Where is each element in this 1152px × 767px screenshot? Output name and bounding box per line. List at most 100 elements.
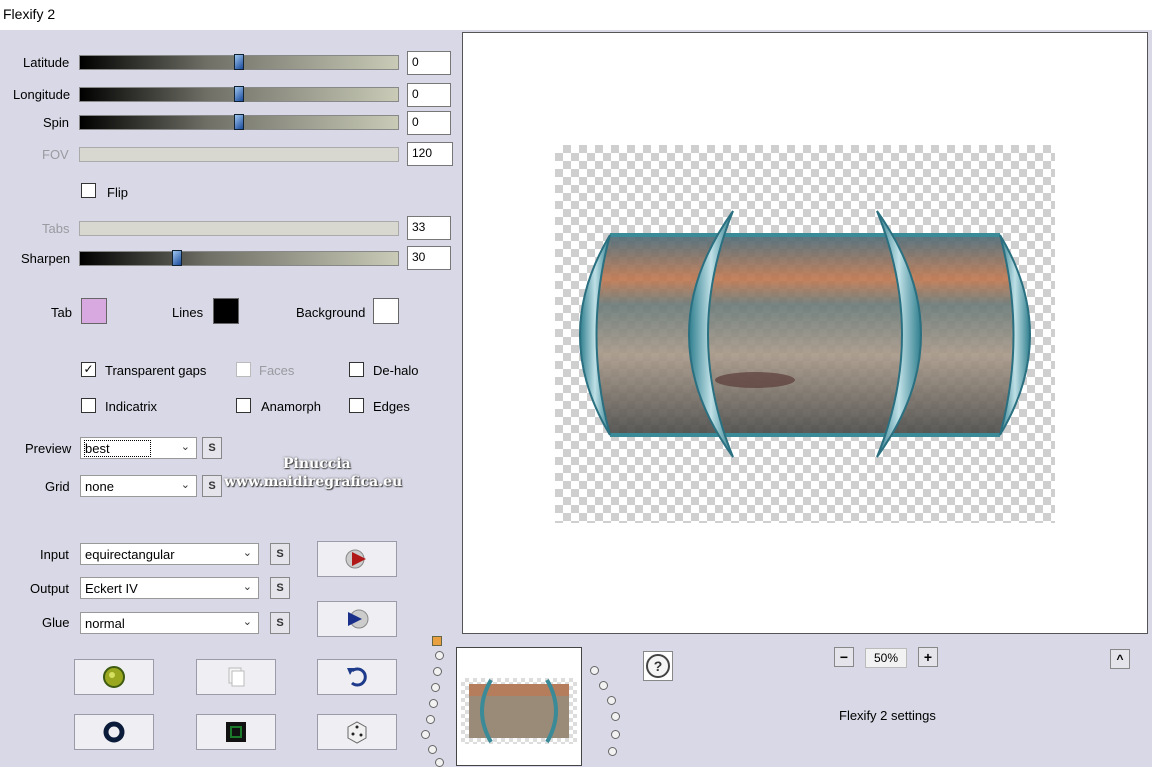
title-bar: Flexify 2 — [0, 0, 1152, 30]
latitude-field[interactable]: 0 — [407, 51, 451, 75]
dot-left-1[interactable] — [435, 651, 444, 660]
faces-label: Faces — [259, 363, 295, 378]
copy-icon — [228, 667, 245, 687]
dice-icon — [347, 721, 367, 744]
glue-seed-button[interactable]: S — [270, 612, 290, 634]
latitude-thumb[interactable] — [234, 54, 244, 70]
chevron-down-icon: ⌄ — [242, 581, 252, 593]
input-select[interactable]: equirectangular ⌄ — [80, 543, 259, 565]
glue-select-value: normal — [85, 616, 125, 631]
sharpen-slider[interactable] — [79, 250, 399, 266]
play-right-icon — [345, 549, 366, 569]
sharpen-label: Sharpen — [21, 251, 71, 266]
copy-button[interactable] — [196, 659, 276, 695]
watermark-line2: www.maidiregrafica.eu — [224, 474, 403, 490]
indicatrix-checkbox[interactable] — [81, 398, 96, 413]
chevron-down-icon: ⌄ — [180, 441, 190, 453]
dehalo-label: De-halo — [373, 363, 419, 378]
anamorph-checkbox[interactable] — [236, 398, 251, 413]
zoom-out-button[interactable]: − — [834, 647, 854, 667]
longitude-label: Longitude — [13, 87, 71, 102]
preview-image — [555, 145, 1055, 523]
thumbnail-preview[interactable] — [456, 647, 582, 766]
grid-label: Grid — [45, 479, 70, 494]
input-label: Input — [40, 547, 69, 562]
edges-checkbox[interactable] — [349, 398, 364, 413]
grid-select[interactable]: none ⌄ — [80, 475, 197, 497]
lines-color-label: Lines — [172, 305, 204, 320]
window-title: Flexify 2 — [3, 6, 56, 22]
thumbnail-image — [461, 678, 577, 744]
play-left-button[interactable] — [317, 601, 397, 637]
dot-right-2[interactable] — [599, 681, 608, 690]
chevron-down-icon: ⌄ — [242, 616, 252, 628]
background-color-swatch[interactable] — [373, 298, 399, 324]
latitude-slider[interactable] — [79, 54, 399, 70]
dot-left-4[interactable] — [429, 699, 438, 708]
settings-label: Flexify 2 settings — [839, 708, 936, 723]
dot-right-4[interactable] — [611, 712, 620, 721]
dot-right-1[interactable] — [590, 666, 599, 675]
spin-field[interactable]: 0 — [407, 111, 451, 135]
ring-button[interactable] — [74, 714, 154, 750]
input-seed-button[interactable]: S — [270, 543, 290, 565]
chevron-down-icon: ⌄ — [242, 547, 252, 559]
undo-button[interactable] — [317, 659, 397, 695]
longitude-field[interactable]: 0 — [407, 83, 451, 107]
longitude-slider[interactable] — [79, 86, 399, 102]
sharpen-thumb[interactable] — [172, 250, 182, 266]
preview-select-value: best — [84, 440, 151, 457]
sharpen-field[interactable]: 30 — [407, 246, 451, 270]
preview-select[interactable]: best ⌄ — [80, 437, 197, 459]
output-label: Output — [30, 581, 70, 596]
flip-checkbox[interactable] — [81, 183, 96, 198]
help-icon: ? — [646, 654, 670, 678]
dot-left-7[interactable] — [428, 745, 437, 754]
dot-left-5[interactable] — [426, 715, 435, 724]
spin-slider[interactable] — [79, 114, 399, 130]
output-select-value: Eckert IV — [85, 581, 138, 596]
fov-field[interactable]: 120 — [407, 142, 453, 166]
dot-left-3[interactable] — [431, 683, 440, 692]
flexified-image — [579, 210, 1031, 458]
dehalo-checkbox[interactable] — [349, 362, 364, 377]
fov-label: FOV — [42, 147, 69, 162]
dot-left-6[interactable] — [421, 730, 430, 739]
help-button[interactable]: ? — [643, 651, 673, 681]
thumb-marker — [432, 636, 442, 646]
lines-color-swatch[interactable] — [213, 298, 239, 324]
dice-button[interactable] — [317, 714, 397, 750]
transparent-gaps-checkbox[interactable]: ✓ — [81, 362, 96, 377]
play-right-button[interactable] — [317, 541, 397, 577]
dot-left-2[interactable] — [433, 667, 442, 676]
tabs-field[interactable]: 33 — [407, 216, 451, 240]
preview-canvas[interactable] — [462, 32, 1148, 634]
glue-select[interactable]: normal ⌄ — [80, 612, 259, 634]
chevron-down-icon: ⌄ — [180, 479, 190, 491]
tab-color-swatch[interactable] — [81, 298, 107, 324]
dot-right-6[interactable] — [608, 747, 617, 756]
collapse-button[interactable]: ^ — [1110, 649, 1130, 669]
spin-thumb[interactable] — [234, 114, 244, 130]
tabs-slider — [79, 221, 399, 236]
globe-button[interactable] — [74, 659, 154, 695]
grid-seed-button[interactable]: S — [202, 475, 222, 497]
longitude-thumb[interactable] — [234, 86, 244, 102]
dot-right-3[interactable] — [607, 696, 616, 705]
input-select-value: equirectangular — [85, 547, 175, 562]
ring-icon — [103, 721, 125, 743]
transparent-gaps-label: Transparent gaps — [105, 363, 207, 378]
thumbnail-graphic — [469, 678, 569, 744]
latitude-label: Latitude — [23, 55, 70, 70]
frame-button[interactable] — [196, 714, 276, 750]
svg-text:?: ? — [654, 658, 663, 674]
output-seed-button[interactable]: S — [270, 577, 290, 599]
output-select[interactable]: Eckert IV ⌄ — [80, 577, 259, 599]
dot-right-5[interactable] — [611, 730, 620, 739]
fov-slider — [79, 147, 399, 162]
watermark-line1: Pinuccia — [283, 456, 351, 472]
zoom-in-button[interactable]: + — [918, 647, 938, 667]
frame-icon — [226, 722, 246, 742]
spin-label: Spin — [43, 115, 70, 130]
preview-seed-button[interactable]: S — [202, 437, 222, 459]
